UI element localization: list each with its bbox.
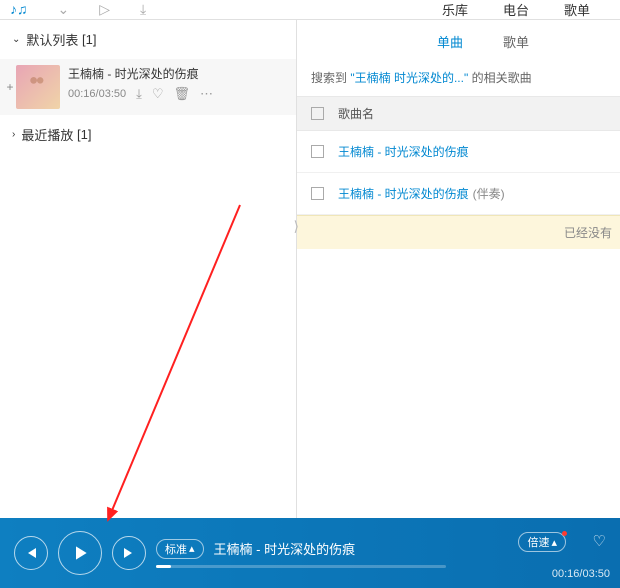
row-checkbox[interactable] bbox=[311, 187, 324, 200]
chevron-down-icon: ⌄ bbox=[12, 34, 20, 45]
chevron-right-icon: › bbox=[12, 129, 15, 140]
like-button[interactable]: ♡ bbox=[593, 532, 606, 550]
col-songname: 歌曲名 bbox=[338, 105, 374, 122]
player-time: 00:16/03:50 bbox=[552, 568, 610, 580]
progress-fill bbox=[156, 565, 171, 568]
tab-playlist[interactable]: 歌单 bbox=[564, 0, 590, 19]
chevron-down-icon[interactable]: ⌄ bbox=[58, 1, 70, 18]
tab-radio[interactable]: 电台 bbox=[503, 0, 529, 19]
play-button[interactable] bbox=[58, 531, 102, 575]
more-icon[interactable]: ⋯ bbox=[200, 86, 213, 102]
download-icon[interactable]: ⤓ bbox=[136, 86, 142, 102]
notification-dot bbox=[562, 531, 567, 536]
result-row[interactable]: 王楠楠 - 时光深处的伤痕 bbox=[297, 131, 620, 173]
playlist-song-item[interactable]: + 王楠楠 - 时光深处的伤痕 00:16/03:50 ⤓ ♡ 🗑 ⋯ bbox=[0, 59, 296, 115]
song-title: 王楠楠 - 时光深处的伤痕 bbox=[68, 65, 288, 82]
delete-icon[interactable]: 🗑 bbox=[174, 86, 191, 102]
tab-library[interactable]: 乐库 bbox=[442, 0, 468, 19]
song-thumbnail[interactable] bbox=[16, 65, 60, 109]
default-list-count: [1] bbox=[82, 32, 96, 47]
resize-handle[interactable]: ⟩ bbox=[294, 218, 299, 235]
no-more-banner: 已经没有 bbox=[297, 215, 620, 249]
recent-list-label: 最近播放 bbox=[21, 125, 73, 144]
progress-bar[interactable] bbox=[156, 565, 446, 568]
subtab-playlist[interactable]: 歌单 bbox=[503, 32, 529, 51]
recent-list-toggle[interactable]: › 最近播放 [1] bbox=[0, 115, 296, 154]
result-link[interactable]: 王楠楠 - 时光深处的伤痕 bbox=[338, 143, 469, 160]
player-bar: 标准▴ 王楠楠 - 时光深处的伤痕 倍速▴ ♡ 00:16/03:50 bbox=[0, 518, 620, 588]
song-time: 00:16/03:50 bbox=[68, 88, 126, 100]
play-small-icon[interactable]: ▷ bbox=[99, 1, 110, 18]
search-hint: 搜索到 "王楠楠 时光深处的..." 的相关歌曲 bbox=[297, 59, 620, 96]
result-link[interactable]: 王楠楠 - 时光深处的伤痕 bbox=[338, 185, 469, 202]
result-row[interactable]: 王楠楠 - 时光深处的伤痕 (伴奏) bbox=[297, 173, 620, 215]
select-all-checkbox[interactable] bbox=[311, 107, 324, 120]
next-button[interactable] bbox=[112, 536, 146, 570]
search-query: "王楠楠 时光深处的..." bbox=[350, 71, 468, 85]
prev-button[interactable] bbox=[14, 536, 48, 570]
download-top-icon[interactable]: ⤓ bbox=[140, 1, 146, 18]
music-icon[interactable]: ♪♫ bbox=[10, 1, 28, 18]
results-header: 歌曲名 bbox=[297, 96, 620, 131]
row-checkbox[interactable] bbox=[311, 145, 324, 158]
default-list-toggle[interactable]: ⌄ 默认列表 [1] bbox=[0, 20, 296, 59]
result-suffix: (伴奏) bbox=[473, 185, 505, 202]
default-list-label: 默认列表 bbox=[26, 30, 78, 49]
now-playing-title: 王楠楠 - 时光深处的伤痕 bbox=[214, 539, 356, 558]
subtab-single[interactable]: 单曲 bbox=[437, 32, 463, 51]
recent-list-count: [1] bbox=[77, 127, 91, 142]
speed-chip[interactable]: 倍速▴ bbox=[518, 532, 566, 552]
quality-chip[interactable]: 标准▴ bbox=[156, 539, 204, 559]
add-icon[interactable]: + bbox=[4, 65, 16, 109]
heart-icon[interactable]: ♡ bbox=[152, 86, 164, 102]
